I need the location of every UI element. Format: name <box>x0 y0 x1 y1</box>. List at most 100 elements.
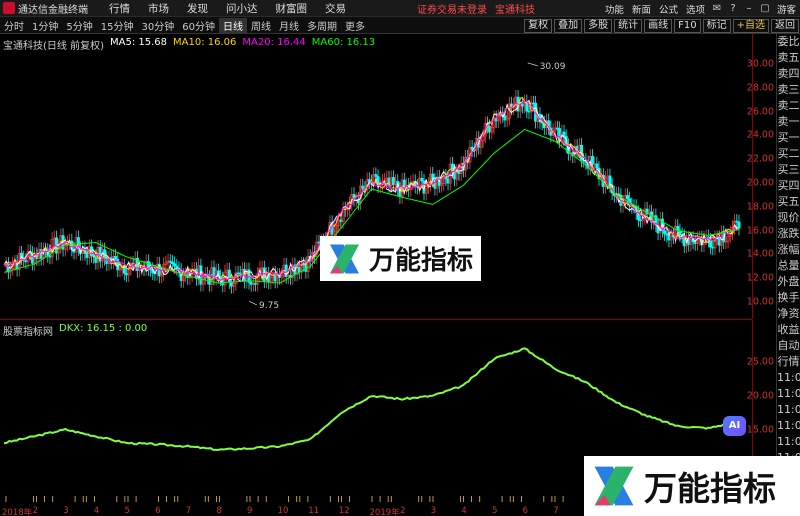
date-tick: 10 <box>277 506 289 516</box>
period-intraday[interactable]: 分时 <box>0 18 28 33</box>
draw-line-button[interactable]: 画线 <box>644 18 673 33</box>
sub-legend: 股票指标网 DKX: 16.15 : 0.00 <box>3 323 147 338</box>
f10-button[interactable]: F10 <box>674 18 701 33</box>
message-icon[interactable]: ✉ <box>709 3 725 14</box>
main-legend: 宝通科技(日线 前复权) MA5: 15.68 MA10: 16.06 MA20… <box>3 37 375 52</box>
legend-ma20: MA20: 16.44 <box>242 37 306 48</box>
indicator-axis-tick: 25.00 <box>746 356 774 368</box>
candle-body <box>361 185 365 189</box>
side-panel-item[interactable]: 行情 <box>777 354 800 370</box>
side-panel-item[interactable]: 卖三 <box>777 82 800 98</box>
date-tick: 4 <box>93 506 100 516</box>
side-panel-item[interactable]: 11:0 <box>777 386 800 402</box>
price-axis-tick: 20.00 <box>746 177 774 189</box>
low-label: 9.75 <box>259 301 279 311</box>
indicator-axis-tick: 15.00 <box>746 424 774 435</box>
user-label[interactable]: 游客 <box>773 2 800 16</box>
help-icon[interactable]: ? <box>725 3 741 14</box>
price-axis-tick: 14.00 <box>746 248 774 260</box>
menu-new-page[interactable]: 新面 <box>628 2 655 16</box>
app-title: 通达信金融终端 <box>18 4 88 16</box>
period-30min[interactable]: 30分钟 <box>137 18 178 33</box>
period-multi[interactable]: 多周期 <box>303 18 341 33</box>
period-monthly[interactable]: 月线 <box>275 18 303 33</box>
side-panel-item[interactable]: 买二 <box>777 146 800 162</box>
menu-item-quotes[interactable]: 行情 <box>100 1 139 16</box>
side-panel-item[interactable]: 涨幅 <box>777 242 800 258</box>
price-axis-tick: 16.00 <box>746 225 774 237</box>
date-tick: 2 <box>400 506 406 516</box>
menu-item-wealth[interactable]: 财富圈 <box>267 1 317 16</box>
menu-function[interactable]: 功能 <box>601 2 628 16</box>
menu-formula[interactable]: 公式 <box>655 2 682 16</box>
legend-ma60: MA60: 16.13 <box>311 37 376 48</box>
side-panel-item[interactable]: 卖二 <box>777 98 800 114</box>
side-panel-item[interactable]: 总量 <box>777 258 800 274</box>
stats-button[interactable]: 统计 <box>614 18 643 33</box>
date-tick: 2018年 <box>2 508 33 516</box>
date-tick: 6 <box>522 506 529 516</box>
date-tick: 7 <box>185 506 192 516</box>
candle-body <box>737 221 741 229</box>
date-tick: 7 <box>553 506 559 516</box>
menu-item-ask[interactable]: 问小达 <box>217 1 267 16</box>
multi-stock-button[interactable]: 多股 <box>584 18 613 33</box>
mark-button[interactable]: 标记 <box>702 18 731 33</box>
side-panel-item[interactable]: 委比 <box>777 34 800 50</box>
side-panel-item[interactable]: 收益 <box>777 322 800 338</box>
add-watchlist-button[interactable]: +自选 <box>732 18 769 33</box>
side-panel-item[interactable]: 11:0 <box>777 418 800 434</box>
price-axis: 30.00 28.00 26.00 24.00 22.00 20.00 18.00 16.00… <box>747 34 776 319</box>
overlay-button[interactable]: 叠加 <box>554 18 583 33</box>
ai-assistant-button[interactable]: AI <box>723 416 746 436</box>
price-axis-tick: 12.00 <box>746 272 774 284</box>
candle-body <box>590 155 594 165</box>
side-panel-item[interactable]: 外盘 <box>777 274 800 290</box>
menu-item-trade[interactable]: 交易 <box>316 1 355 16</box>
quote-side-panel: 委比 卖五 卖四 卖三 卖二 卖一 买一 买二 买三 买四 买五 现价 涨跌 涨幅 总量 外盘 换手 净资 收益 自动… <box>776 34 800 516</box>
period-weekly[interactable]: 周线 <box>247 18 275 33</box>
date-tick: 3 <box>63 506 69 516</box>
candle-body <box>663 230 667 235</box>
period-more[interactable]: 更多 <box>341 18 369 33</box>
minimize-icon[interactable]: – <box>741 3 757 14</box>
side-panel-item[interactable]: 涨跌 <box>777 226 800 242</box>
period-daily[interactable]: 日线 <box>218 17 247 33</box>
price-axis-tick: 24.00 <box>746 129 774 141</box>
side-panel-item[interactable]: 11:0 <box>777 434 800 450</box>
indicator-axis-tick: 20.00 <box>746 390 774 402</box>
price-axis-tick: 22.00 <box>746 153 774 165</box>
watermark-text: 万能指标 <box>368 246 473 276</box>
candle-body <box>709 240 713 248</box>
side-panel-item[interactable]: 11:0 <box>777 370 800 386</box>
menu-item-discover[interactable]: 发现 <box>178 1 217 16</box>
back-button[interactable]: 返回 <box>771 18 799 33</box>
restore-icon[interactable]: ▢ <box>757 3 773 14</box>
side-panel-item[interactable]: 买四 <box>777 178 800 194</box>
side-panel-item[interactable]: 买五 <box>777 194 800 210</box>
adjust-button[interactable]: 复权 <box>524 18 553 33</box>
period-1min[interactable]: 1分钟 <box>28 18 62 33</box>
side-panel-item[interactable]: 自动 <box>777 338 800 354</box>
menu-item-market[interactable]: 市场 <box>139 1 178 16</box>
side-panel-item[interactable]: 卖五 <box>777 50 800 66</box>
dkx-line <box>3 347 740 451</box>
side-panel-item[interactable]: 现价 <box>777 210 800 226</box>
side-panel-item[interactable]: 净资 <box>777 306 800 322</box>
watermark-logo: 万能指标 <box>320 236 481 281</box>
date-tick: 12 <box>338 506 350 516</box>
side-panel-item[interactable]: 卖四 <box>777 66 800 82</box>
menu-options[interactable]: 选项 <box>682 2 709 16</box>
side-panel-item[interactable]: 买一 <box>777 130 800 146</box>
period-15min[interactable]: 15分钟 <box>97 18 138 33</box>
side-panel-item[interactable]: 11:0 <box>777 402 800 418</box>
login-notice[interactable]: 证券交易未登录 <box>417 1 487 16</box>
date-tick: 2019年 <box>369 508 400 516</box>
side-panel-item[interactable]: 换手 <box>777 290 800 306</box>
side-panel-item[interactable]: 买三 <box>777 162 800 178</box>
side-panel-item[interactable]: 卖一 <box>777 114 800 130</box>
period-60min[interactable]: 60分钟 <box>178 18 219 33</box>
legend-ma5: MA5: 15.68 <box>109 37 167 48</box>
candle-body <box>420 177 424 182</box>
period-5min[interactable]: 5分钟 <box>62 18 96 33</box>
